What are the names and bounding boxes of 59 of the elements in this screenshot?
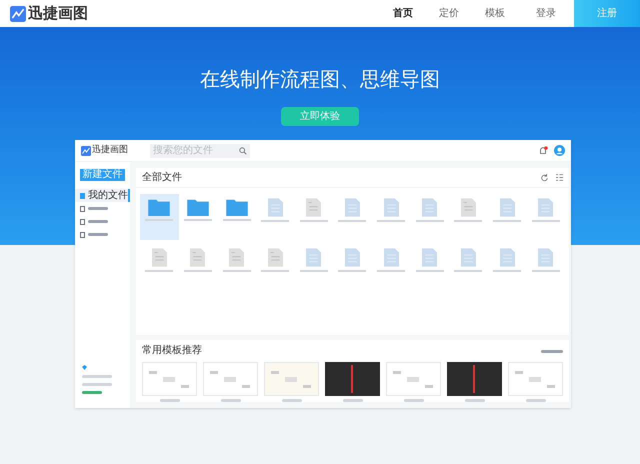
template-thumbnail[interactable]	[508, 362, 563, 396]
document-icon	[460, 198, 476, 217]
hero-title: 在线制作流程图、思维导图	[200, 66, 440, 93]
logo-text: 迅捷画图	[92, 144, 128, 157]
document-icon	[500, 198, 515, 217]
nav-link[interactable]: 模板	[472, 6, 518, 21]
illegible-text	[541, 350, 563, 352]
illegible-text	[220, 399, 240, 402]
file-item[interactable]	[140, 194, 179, 240]
illegible-text	[404, 399, 424, 402]
document-icon	[268, 248, 283, 267]
illegible-text	[82, 383, 112, 386]
document-icon	[190, 248, 206, 267]
document-icon	[538, 248, 554, 267]
document-icon	[152, 248, 167, 267]
document-icon	[384, 198, 399, 217]
illegible-text	[464, 399, 484, 402]
document-icon	[344, 248, 360, 267]
document-icon	[306, 198, 322, 217]
document-icon	[229, 248, 244, 267]
illegible-text	[82, 391, 102, 394]
section-title: 全部文件	[142, 172, 182, 182]
list-view-icon	[556, 174, 563, 181]
template-thumbnail[interactable]	[203, 362, 258, 396]
section-title: 常用模板推荐	[142, 346, 202, 356]
document-icon	[422, 248, 438, 267]
logo-text: 迅捷画图	[28, 3, 88, 24]
search-icon	[239, 146, 247, 154]
template-thumbnail[interactable]	[447, 362, 502, 396]
illegible-text	[282, 399, 302, 402]
document-icon	[460, 248, 476, 267]
illegible-text	[160, 399, 180, 402]
nav-link[interactable]: 定价	[426, 6, 472, 21]
logo-icon	[81, 146, 91, 156]
template-thumbnail[interactable]	[142, 362, 197, 396]
notification-bell-icon	[538, 146, 548, 156]
template-thumbnail[interactable]	[325, 362, 380, 396]
folder-icon	[226, 198, 248, 216]
diamond-icon	[82, 365, 87, 370]
document-icon	[306, 248, 322, 267]
template-thumbnail[interactable]	[386, 362, 441, 396]
illegible-text	[342, 399, 362, 402]
avatar-icon	[554, 145, 565, 156]
refresh-icon	[541, 174, 548, 181]
document-icon	[268, 198, 283, 217]
template-thumbnail[interactable]	[264, 362, 319, 396]
document-icon	[538, 198, 554, 217]
illegible-text	[526, 399, 546, 402]
document-icon	[384, 248, 399, 267]
folder-icon	[148, 198, 170, 216]
logo-icon	[10, 6, 26, 22]
nav-link[interactable]: 首页	[380, 6, 426, 21]
illegible-text	[82, 375, 112, 378]
nav-link[interactable]: 登录	[518, 6, 574, 21]
document-icon	[422, 198, 438, 217]
sidebar-item[interactable]: 我的文件	[75, 189, 130, 202]
document-icon	[344, 198, 360, 217]
document-icon	[500, 248, 515, 267]
folder-icon	[186, 198, 209, 216]
